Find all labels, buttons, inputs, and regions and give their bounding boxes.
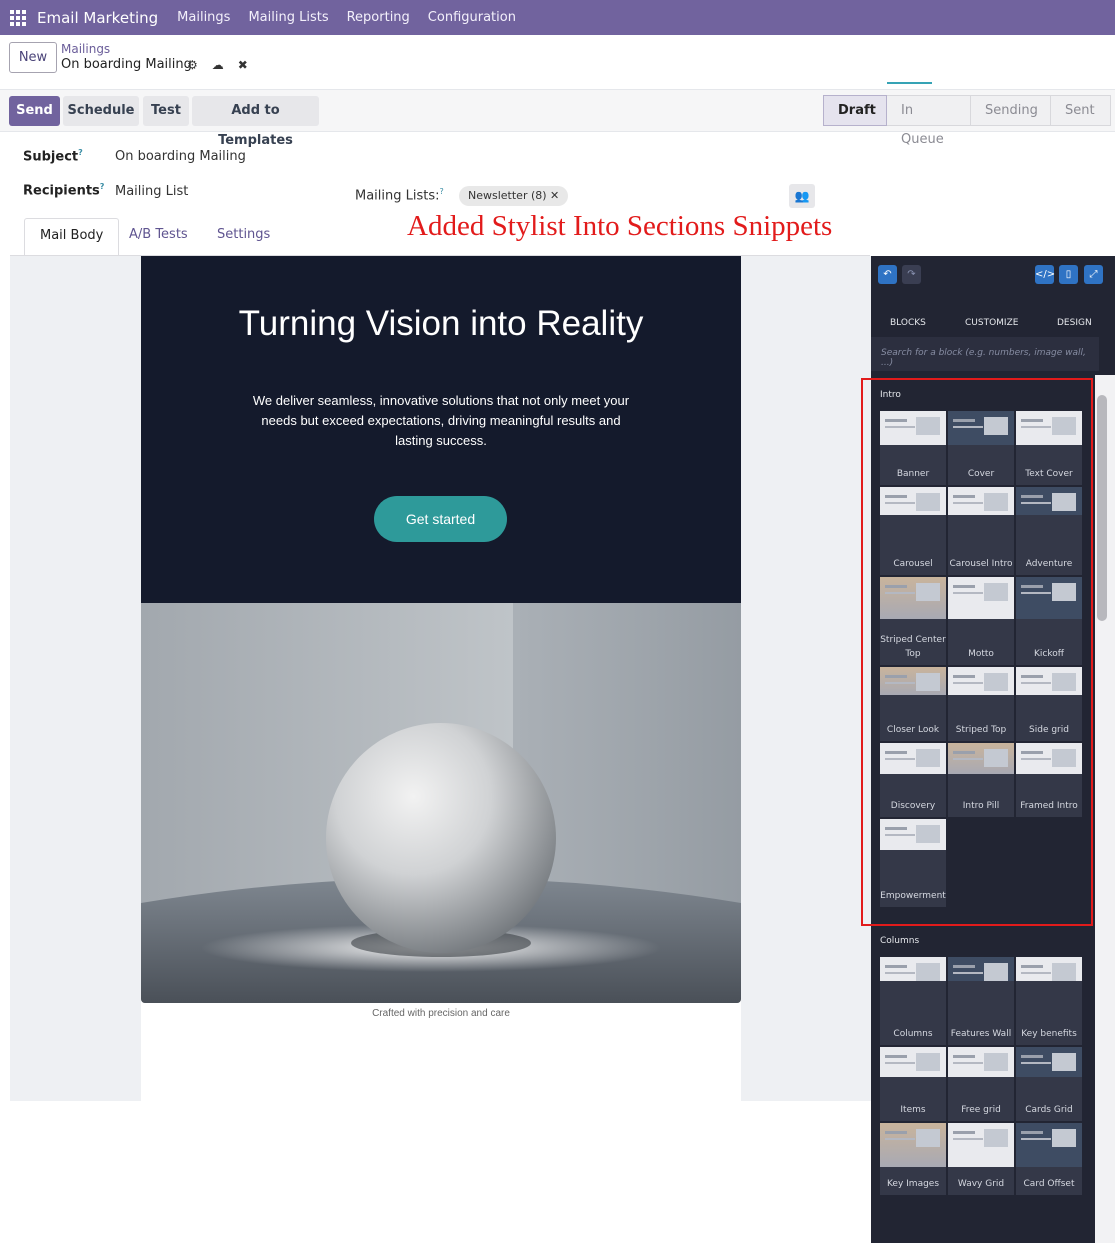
recipients-field[interactable]: Mailing List bbox=[115, 184, 188, 199]
nav-configuration[interactable]: Configuration bbox=[428, 10, 516, 25]
tab-settings[interactable]: Settings bbox=[202, 218, 285, 256]
undo-icon[interactable]: ↶ bbox=[878, 265, 897, 284]
send-button[interactable]: Send bbox=[9, 96, 60, 126]
get-started-button[interactable]: Get started bbox=[374, 496, 507, 542]
snippet-preview bbox=[880, 1123, 946, 1167]
tab-ab-tests[interactable]: A/B Tests bbox=[114, 218, 203, 256]
panel-scroll-thumb[interactable] bbox=[1097, 395, 1107, 621]
discard-x-icon[interactable]: ✖ bbox=[238, 58, 248, 72]
mail-body: Turning Vision into Reality We deliver s… bbox=[141, 256, 741, 1101]
gear-icon[interactable]: ⚙ bbox=[187, 58, 198, 72]
recipients-label: Recipients? bbox=[23, 182, 105, 199]
app-title[interactable]: Email Marketing bbox=[37, 9, 158, 27]
snippet-label: Key benefits bbox=[1021, 1029, 1077, 1039]
caption-text[interactable]: Crafted with precision and care bbox=[141, 1008, 741, 1019]
snippet-columns[interactable]: Columns bbox=[880, 957, 946, 1045]
snippet-label: Features Wall bbox=[950, 1029, 1012, 1039]
tab-blocks[interactable]: BLOCKS bbox=[890, 318, 926, 328]
snippet-preview bbox=[948, 957, 1014, 981]
cloud-upload-icon[interactable]: ☁ bbox=[212, 58, 224, 72]
snippet-cards-grid[interactable]: Cards Grid bbox=[1016, 1047, 1082, 1121]
nav-mailings[interactable]: Mailings bbox=[177, 10, 230, 25]
snippet-label: Columns bbox=[893, 1029, 933, 1039]
snippet-features-wall[interactable]: Features Wall bbox=[948, 957, 1014, 1045]
snippet-free-grid[interactable]: Free grid bbox=[948, 1047, 1014, 1121]
hero-section[interactable]: Turning Vision into Reality We deliver s… bbox=[141, 256, 741, 603]
add-to-templates-button[interactable]: Add to Templates bbox=[192, 96, 319, 148]
add-recipient-icon[interactable]: 👥 bbox=[789, 184, 815, 208]
code-view-icon[interactable]: </> bbox=[1035, 265, 1055, 284]
stage-draft[interactable]: Draft bbox=[823, 95, 887, 126]
action-bar: Send Schedule Test Add to Templates Draf… bbox=[0, 90, 1115, 148]
redo-icon[interactable]: ↷ bbox=[902, 265, 921, 284]
tab-customize[interactable]: CUSTOMIZE bbox=[965, 318, 1018, 328]
snippet-label: Key Images bbox=[886, 1179, 940, 1189]
fullscreen-icon[interactable]: ⤢ bbox=[1084, 265, 1103, 284]
remove-tag-icon[interactable]: ✕ bbox=[550, 189, 559, 202]
block-search-input[interactable]: Search for a block (e.g. numbers, image … bbox=[871, 337, 1099, 371]
apps-grid-icon[interactable] bbox=[10, 9, 26, 26]
snippet-key-benefits[interactable]: Key benefits bbox=[1016, 957, 1082, 1045]
nav-mailing-lists[interactable]: Mailing Lists bbox=[248, 10, 328, 25]
subject-field[interactable]: On boarding Mailing bbox=[115, 149, 246, 164]
snippet-preview bbox=[1016, 1047, 1082, 1077]
stage-sent[interactable]: Sent bbox=[1051, 95, 1111, 126]
stage-sending[interactable]: Sending bbox=[971, 95, 1051, 126]
record-actions: ⚙ ☁ ✖ bbox=[187, 58, 248, 72]
new-button[interactable]: New bbox=[9, 42, 57, 73]
annotation-text: Added Stylist Into Sections Snippets bbox=[407, 210, 833, 242]
mailing-list-tag[interactable]: Newsletter (8) ✕ bbox=[459, 186, 569, 206]
breadcrumb-current: On boarding Mailing bbox=[61, 57, 192, 72]
snippet-key-images[interactable]: Key Images bbox=[880, 1123, 946, 1195]
snippet-preview bbox=[948, 1047, 1014, 1077]
nav-reporting[interactable]: Reporting bbox=[347, 10, 410, 25]
snippet-card-offset[interactable]: Card Offset bbox=[1016, 1123, 1082, 1195]
tab-mail-body[interactable]: Mail Body bbox=[24, 218, 120, 256]
tab-design[interactable]: DESIGN bbox=[1057, 318, 1092, 328]
top-navbar: Email Marketing Mailings Mailing Lists R… bbox=[0, 0, 1115, 35]
snippet-label: Free grid bbox=[961, 1105, 1001, 1115]
snippet-preview bbox=[1016, 1123, 1082, 1167]
columns-category-title: Columns bbox=[880, 936, 920, 946]
control-panel: New Mailings On boarding Mailing ⚙ ☁ ✖ bbox=[0, 35, 1115, 90]
mobile-preview-icon[interactable]: ▯ bbox=[1059, 265, 1078, 284]
snippet-preview bbox=[1016, 957, 1082, 981]
snippet-label: Card Offset bbox=[1023, 1179, 1075, 1189]
schedule-button[interactable]: Schedule bbox=[63, 96, 139, 126]
hero-text[interactable]: We deliver seamless, innovative solution… bbox=[241, 391, 641, 451]
mailing-lists-label: Mailing Lists:? bbox=[355, 187, 444, 204]
active-tab-underline bbox=[887, 82, 932, 84]
snippet-items[interactable]: Items bbox=[880, 1047, 946, 1121]
snippet-preview bbox=[948, 1123, 1014, 1167]
subject-label: Subject? bbox=[23, 148, 83, 165]
snippet-label: Items bbox=[900, 1105, 926, 1115]
test-button[interactable]: Test bbox=[143, 96, 189, 126]
sphere-image[interactable] bbox=[141, 603, 741, 1003]
hero-title[interactable]: Turning Vision into Reality bbox=[191, 302, 691, 345]
snippet-preview bbox=[880, 957, 946, 981]
breadcrumb-parent[interactable]: Mailings bbox=[61, 42, 110, 56]
snippet-wavy-grid[interactable]: Wavy Grid bbox=[948, 1123, 1014, 1195]
status-bar: Draft In Queue Sending Sent bbox=[823, 95, 1111, 147]
snippet-label: Wavy Grid bbox=[957, 1179, 1005, 1189]
snippet-preview bbox=[880, 1047, 946, 1077]
snippet-label: Cards Grid bbox=[1025, 1105, 1073, 1115]
highlight-box bbox=[861, 378, 1093, 926]
stage-in-queue[interactable]: In Queue bbox=[887, 95, 971, 147]
